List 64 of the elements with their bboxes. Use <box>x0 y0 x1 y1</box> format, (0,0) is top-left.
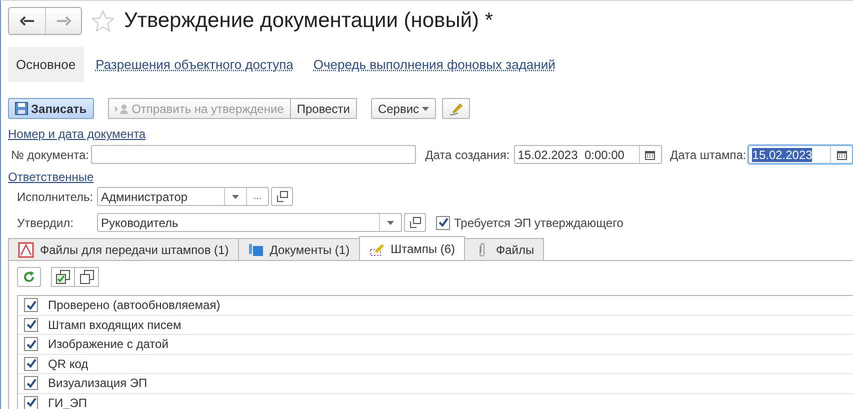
window-title: Утверждение документации (новый) * <box>124 9 494 33</box>
calendar-icon <box>836 150 847 160</box>
caret-icon <box>387 220 394 224</box>
checkbox[interactable] <box>24 337 38 352</box>
stamp-date-field[interactable]: 15.02.2023 <box>748 145 853 164</box>
stamp-name: ГИ_ЭП <box>48 396 88 409</box>
tab-label: Файлы для передачи штампов (1) <box>40 242 229 256</box>
check-all-button[interactable] <box>51 267 75 287</box>
stamp-name: Изображение с датой <box>48 337 168 352</box>
tab[interactable]: Файлы <box>464 238 544 260</box>
pen-icon <box>449 102 464 116</box>
star-icon[interactable] <box>92 10 114 32</box>
executor-field[interactable]: Администратор ... <box>97 187 269 206</box>
group-heading-link[interactable]: Ответственные <box>8 170 94 184</box>
field-label: Дата создания: <box>425 148 510 162</box>
creation-date-field[interactable]: 15.02.2023 0:00:00 <box>514 145 662 164</box>
refresh-icon <box>23 271 35 283</box>
pages-icon <box>248 242 264 258</box>
checkbox[interactable] <box>24 318 38 332</box>
stamp-name: Штамп входящих писем <box>48 318 182 332</box>
approver-field[interactable]: Руководитель <box>97 213 402 232</box>
caret-icon <box>422 106 430 110</box>
refresh-button[interactable] <box>17 267 41 287</box>
checkbox[interactable] <box>24 396 38 409</box>
checkbox[interactable] <box>24 376 38 390</box>
uncheck-all-button[interactable] <box>75 267 99 287</box>
tab-label: Файлы <box>496 242 534 256</box>
open-button[interactable] <box>271 187 293 206</box>
field-label: Утвердил: <box>16 216 74 230</box>
window-icon <box>410 217 420 228</box>
select-button[interactable]: ... <box>246 188 268 205</box>
edit-button[interactable] <box>442 98 470 119</box>
stamp-name: Визуализация ЭП <box>48 376 148 390</box>
field-label: Исполнитель: <box>16 190 94 204</box>
forward-arrow-icon <box>56 16 70 26</box>
document-number-field[interactable] <box>91 145 416 164</box>
field-label: Дата штампа: <box>670 148 746 162</box>
checkbox[interactable] <box>24 298 38 312</box>
people-icon <box>114 104 129 114</box>
tab-label: Штампы (6) <box>390 242 455 256</box>
tab-label: Документы (1) <box>270 242 350 256</box>
tab[interactable]: Документы (1) <box>238 238 360 260</box>
post-button[interactable]: Провести <box>290 98 357 119</box>
field-label: № документа: <box>10 148 90 162</box>
calendar-icon <box>645 150 656 160</box>
service-menu-button[interactable]: Сервис <box>370 98 436 119</box>
pages-icon <box>80 270 94 284</box>
checkbox[interactable] <box>24 356 38 371</box>
open-button[interactable] <box>404 213 426 232</box>
checkbox-label: Требуется ЭП утверждающего <box>454 216 624 230</box>
stamp-name: QR код <box>48 356 88 371</box>
checkbox[interactable] <box>436 216 450 230</box>
save-button[interactable]: Записать <box>8 98 94 119</box>
checked-pages-icon <box>56 270 70 284</box>
stamp-name: Проверено (автообновляемая) <box>48 298 220 312</box>
caret-icon <box>232 194 239 198</box>
section-tab[interactable]: Очередь выполнения фоновых заданий <box>305 47 564 82</box>
tab[interactable]: Файлы для передачи штампов (1) <box>8 238 239 260</box>
section-tab[interactable]: Разрешения объектного доступа <box>88 47 302 82</box>
group-heading-link[interactable]: Номер и дата документа <box>8 127 146 141</box>
section-tab[interactable]: Основное <box>8 47 84 82</box>
back-arrow-icon <box>20 16 34 26</box>
window-icon <box>276 191 288 202</box>
document-icon <box>18 242 34 258</box>
